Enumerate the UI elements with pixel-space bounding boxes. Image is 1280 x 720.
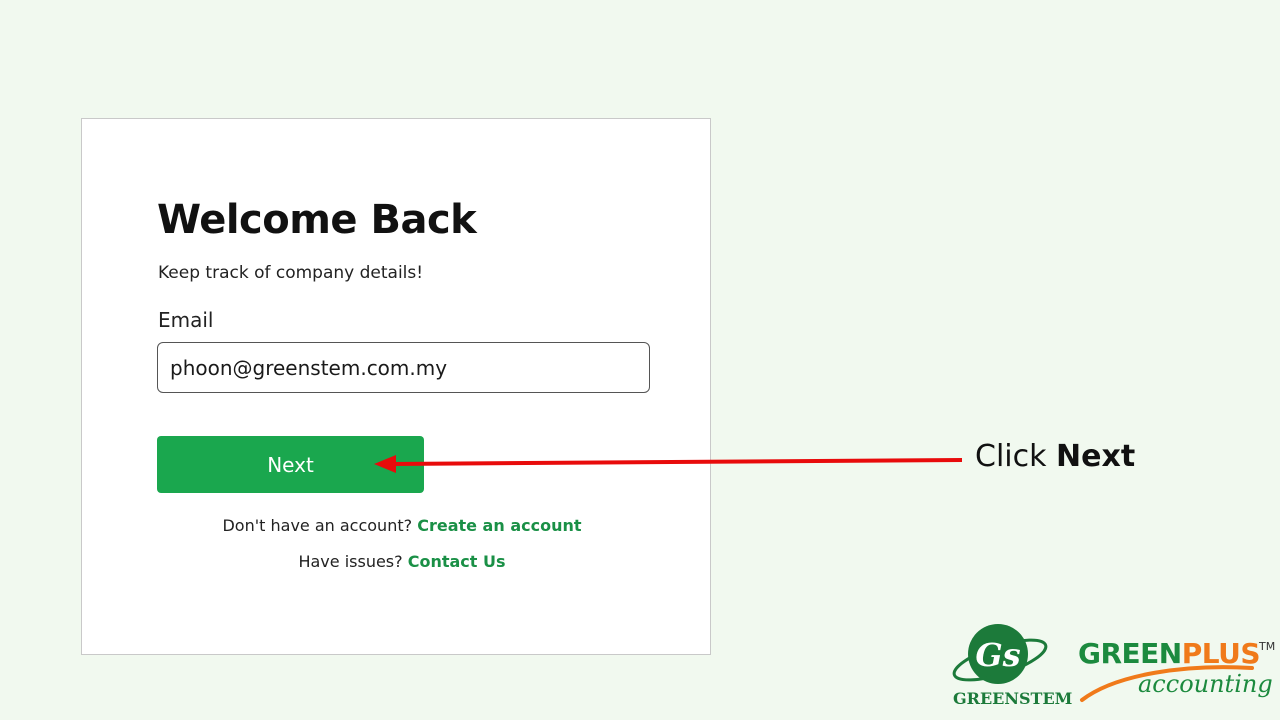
email-input[interactable] bbox=[157, 342, 650, 393]
greenplus-orange-part: PLUS bbox=[1181, 637, 1261, 670]
next-button[interactable]: Next bbox=[157, 436, 424, 493]
create-account-link[interactable]: Create an account bbox=[417, 516, 581, 535]
instruction-target: Next bbox=[1056, 439, 1136, 474]
login-card: Welcome Back Keep track of company detai… bbox=[81, 118, 711, 655]
instruction-callout: Click Next bbox=[975, 438, 1135, 476]
email-label: Email bbox=[158, 308, 214, 332]
greenstem-name: GREENSTEM bbox=[953, 689, 1073, 708]
page-subtitle: Keep track of company details! bbox=[158, 263, 424, 283]
signup-prompt: Don't have an account? Create an account bbox=[92, 515, 712, 537]
support-prompt: Have issues? Contact Us bbox=[92, 551, 712, 573]
instruction-prefix: Click bbox=[975, 439, 1047, 474]
greenplus-green-part: GREEN bbox=[1078, 637, 1182, 670]
greenplus-wordmark: GREENPLUS bbox=[1078, 637, 1261, 671]
greenplus-accounting: accounting bbox=[1138, 670, 1273, 698]
greenplus-trademark: TM bbox=[1259, 640, 1276, 653]
no-account-text: Don't have an account? bbox=[222, 516, 413, 535]
issues-text: Have issues? bbox=[298, 552, 403, 571]
contact-us-link[interactable]: Contact Us bbox=[408, 552, 506, 571]
page-title: Welcome Back bbox=[157, 197, 477, 243]
greenstem-monogram: Gs bbox=[975, 636, 1020, 674]
